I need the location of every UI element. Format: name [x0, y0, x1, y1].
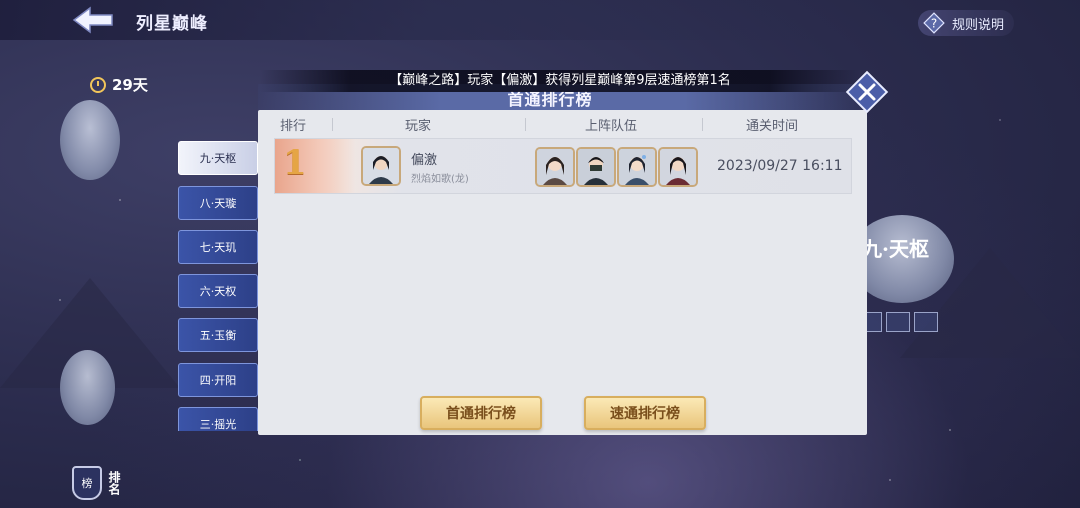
table-row[interactable]: 1 偏激 烈焰如歌(龙) 2023/09/27 16:11: [274, 138, 852, 194]
floor-tab-8[interactable]: 八·天璇: [178, 186, 258, 220]
first-clear-leaderboard-button[interactable]: 首通排行榜: [420, 396, 542, 430]
character-portrait-icon: [578, 149, 614, 185]
clock-icon: [90, 76, 106, 93]
svg-text:?: ?: [931, 17, 937, 31]
clear-time: 2023/09/27 16:11: [717, 158, 843, 174]
header-divider: [525, 118, 526, 131]
back-button[interactable]: [70, 4, 118, 36]
floor-tab-3[interactable]: 三·摇光: [178, 407, 258, 431]
team-member-avatar[interactable]: [576, 147, 616, 187]
team-member-avatar[interactable]: [617, 147, 657, 187]
ranking-shield-icon: 榜: [72, 466, 102, 500]
back-arrow-icon: [72, 6, 113, 34]
rules-button[interactable]: ? 规则说明: [918, 10, 1015, 36]
floor-tab-4[interactable]: 四·开阳: [178, 363, 258, 397]
timer-value: 29天: [112, 76, 148, 94]
seat-row: [858, 312, 938, 332]
close-button[interactable]: [843, 68, 891, 116]
screen-title: 列星巅峰: [136, 14, 208, 34]
rank-badge: 1: [275, 139, 355, 193]
character-portrait-icon: [619, 149, 655, 185]
floor-tab-9[interactable]: 九·天枢: [178, 141, 258, 175]
player-avatar[interactable]: [361, 146, 401, 186]
team-member-avatar[interactable]: [658, 147, 698, 187]
column-header-team: 上阵队伍: [585, 119, 638, 134]
floor-tab-7[interactable]: 七·天玑: [178, 230, 258, 264]
seat-icon: [886, 312, 910, 332]
close-icon: [845, 70, 889, 114]
header-divider: [702, 118, 703, 131]
player-name: 偏激: [411, 153, 438, 168]
character-portrait-icon: [363, 148, 399, 184]
top-bar: 列星巅峰 ? 规则说明: [0, 0, 1080, 40]
seat-icon: [914, 312, 938, 332]
team-member-avatar[interactable]: [535, 147, 575, 187]
character-portrait-icon: [537, 149, 573, 185]
player-guild: 烈焰如歌(龙): [411, 174, 469, 185]
background-stone-label: 九·天枢: [862, 237, 929, 261]
question-icon: ?: [923, 12, 945, 34]
floor-list: 九·天枢 八·天璇 七·天玑 六·天权 五·玉衡 四·开阳 三·摇光: [178, 141, 260, 431]
column-header-player: 玩家: [405, 119, 432, 134]
speed-clear-leaderboard-button[interactable]: 速通排行榜: [584, 396, 706, 430]
table-header: 排行 玩家 上阵队伍 通关时间: [262, 112, 862, 136]
column-header-rank: 排行: [280, 119, 307, 134]
floor-tab-5[interactable]: 五·玉衡: [178, 318, 258, 352]
background-stone: [60, 100, 120, 180]
floor-tab-6[interactable]: 六·天权: [178, 274, 258, 308]
season-timer: 29天: [90, 74, 148, 95]
background-stone: [60, 350, 115, 425]
ranking-button[interactable]: 榜 排名: [72, 463, 124, 503]
rules-label: 规则说明: [952, 17, 1005, 33]
column-header-time: 通关时间: [746, 119, 799, 134]
ranking-label: 排名: [107, 471, 121, 495]
character-portrait-icon: [660, 149, 696, 185]
rank-number: 1: [283, 143, 307, 183]
announcement-marquee: 【巅峰之路】玩家【偏激】获得列星巅峰第9层速通榜第1名: [260, 70, 860, 92]
header-divider: [332, 118, 333, 131]
